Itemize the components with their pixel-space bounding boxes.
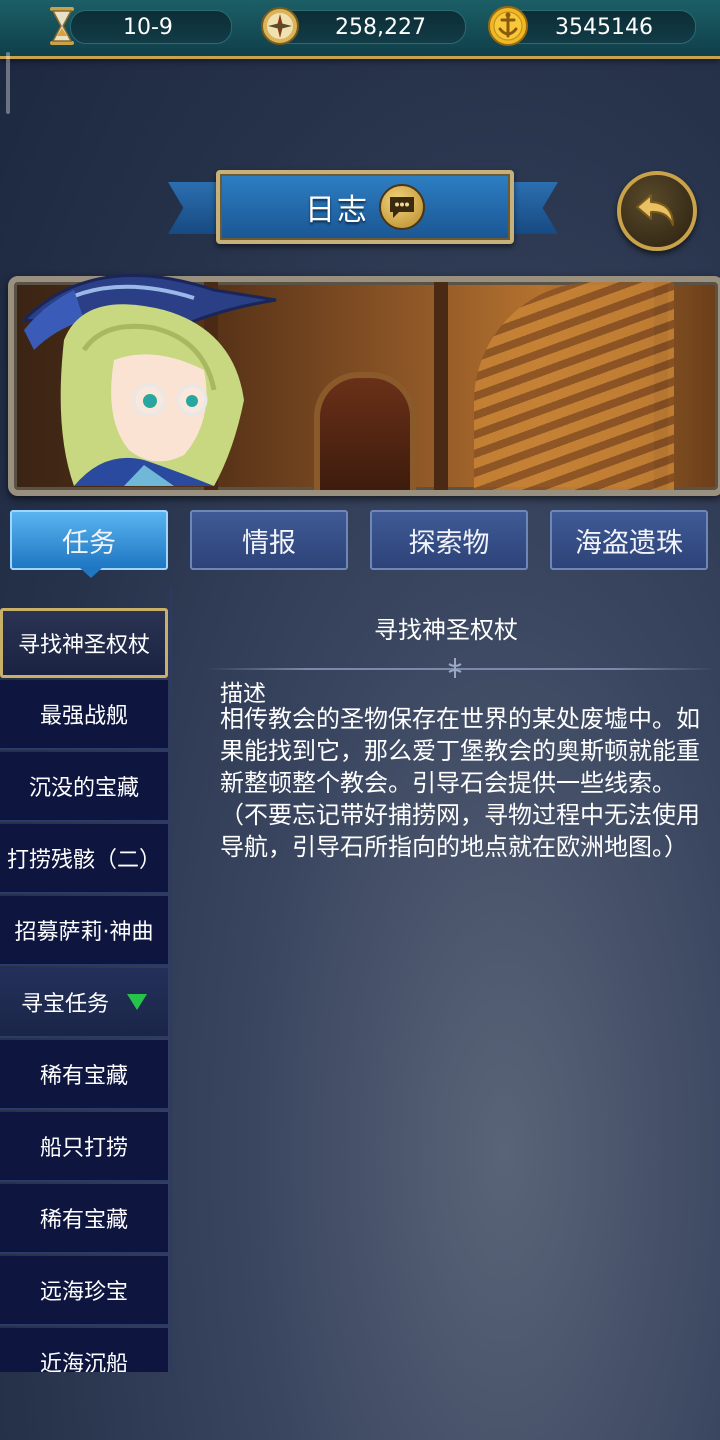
tab-discoveries[interactable]: 探索物 [370,510,528,570]
list-item-label: 近海沉船 [39,1352,128,1372]
level-value: 10-9 [123,15,173,40]
quest-title: 寻找神圣权杖 [374,616,518,644]
coin-value: 3545146 [555,15,653,40]
list-item[interactable]: 船只打捞 [0,1112,168,1182]
tab-intel[interactable]: 情报 [190,510,348,570]
tab-pirate-pearls[interactable]: 海盗遗珠 [550,510,708,570]
list-item-label: 船只打捞 [39,1136,128,1161]
back-button[interactable] [617,171,697,251]
title-banner: 日志 [168,168,558,250]
list-item-label: 招募萨莉·神曲 [14,920,154,945]
coin-resource: 3545146 [488,6,696,46]
list-item[interactable]: 稀有宝藏 [0,1040,168,1110]
back-arrow-icon [636,194,674,226]
list-group-label: 寻宝任务 [20,992,109,1017]
chat-bubble-icon[interactable] [379,184,425,230]
list-item-label: 打捞残骸（二） [6,848,161,873]
scroll-indicator [6,52,10,114]
description-text: 相传教会的圣物保存在世界的某处废墟中。如果能找到它，那么爱丁堡教会的奥斯顿就能重… [220,705,700,861]
list-item[interactable]: 最强战舰 [0,680,168,750]
list-item[interactable]: 招募萨莉·神曲 [0,896,168,966]
tab-tasks[interactable]: 任务 [10,510,168,570]
list-group-header[interactable]: 寻宝任务 [0,968,168,1038]
list-item[interactable]: 稀有宝藏 [0,1184,168,1254]
list-item-label: 稀有宝藏 [39,1208,128,1233]
scene-beam [434,282,448,490]
compass-resource: 258,227 [261,7,466,45]
hourglass-icon [41,5,83,47]
list-item[interactable]: 沉没的宝藏 [0,752,168,822]
list-item[interactable]: 远海珍宝 [0,1256,168,1326]
compass-icon [259,5,301,47]
quest-list: 寻找神圣权杖 最强战舰 沉没的宝藏 打捞残骸（二） 招募萨莉·神曲 寻宝任务 稀… [0,588,172,1372]
list-item[interactable]: 打捞残骸（二） [0,824,168,894]
scene-door [314,372,416,490]
list-item-label: 最强战舰 [39,704,128,729]
list-item[interactable]: 近海沉船 [0,1328,168,1372]
character-portrait [4,250,284,486]
scene-stairs [474,282,674,490]
page-title: 日志 [305,193,369,228]
list-item-label: 沉没的宝藏 [28,776,139,801]
list-item-label: 稀有宝藏 [39,1064,128,1089]
compass-value: 258,227 [335,15,426,40]
anchor-coin-icon [487,5,529,47]
ornament-icon [448,658,462,678]
list-item-label: 远海珍宝 [39,1280,128,1305]
resource-bar: 10-9 258,227 3545146 [0,0,720,59]
expand-arrow-icon [127,994,147,1010]
active-tab-pointer [80,568,102,578]
banner-plate: 日志 [216,170,514,244]
list-item[interactable]: 寻找神圣权杖 [0,608,168,678]
level-indicator: 10-9 [50,7,232,45]
list-item-label: 寻找神圣权杖 [17,633,150,658]
